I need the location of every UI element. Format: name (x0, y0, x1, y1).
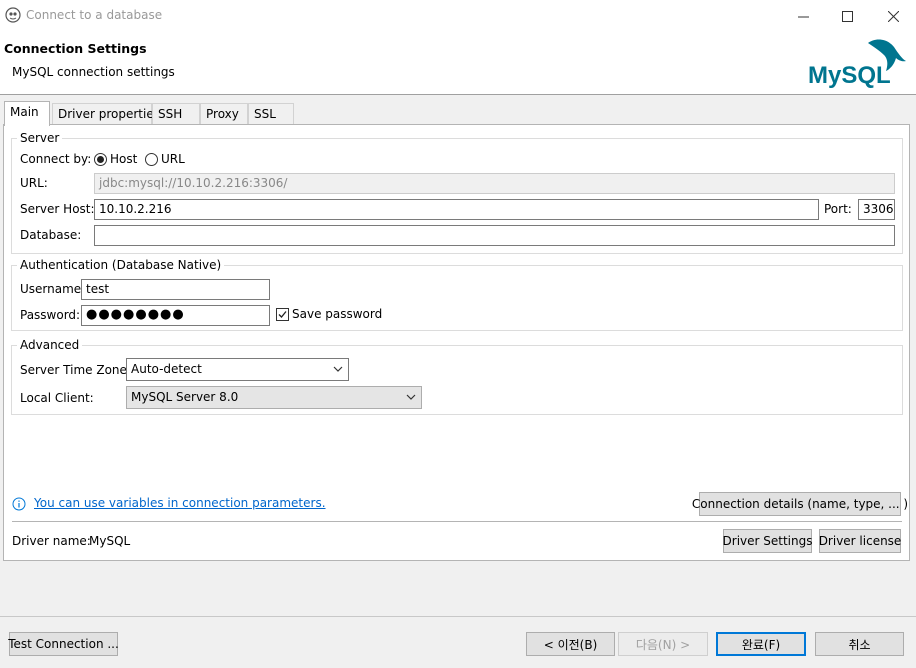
dialog-header: Connection Settings MySQL connection set… (0, 31, 916, 95)
tab-ssl[interactable]: SSL (248, 103, 294, 125)
dbeaver-app-icon (5, 7, 21, 23)
advanced-group: Advanced Server Time Zone: Auto-detect L… (11, 338, 903, 415)
port-input[interactable]: 3306 (858, 199, 895, 220)
page-subtitle: MySQL connection settings (12, 65, 175, 79)
advanced-group-title: Advanced (17, 338, 83, 352)
server-host-label: Server Host: (20, 202, 95, 216)
host-radio-label[interactable]: Host (110, 152, 137, 166)
maximize-button[interactable] (824, 4, 870, 28)
save-password-checkbox[interactable] (276, 308, 289, 321)
port-label: Port: (824, 202, 852, 216)
local-client-value: MySQL Server 8.0 (131, 390, 239, 404)
username-label: Username: (20, 282, 86, 296)
url-label: URL: (20, 176, 48, 190)
tab-main[interactable]: Main (4, 101, 50, 126)
mysql-logo: MySQL (808, 39, 906, 89)
timezone-label: Server Time Zone: (20, 363, 131, 377)
close-icon (887, 10, 899, 22)
checkmark-icon (278, 311, 287, 318)
server-group: Server Connect by: Host URL URL: jdbc:my… (11, 131, 903, 254)
tab-ssh[interactable]: SSH (152, 103, 200, 125)
test-connection-button[interactable]: Test Connection ... (8, 632, 119, 656)
authentication-group-title: Authentication (Database Native) (17, 258, 225, 272)
driver-name-value: MySQL (89, 534, 131, 548)
cancel-button[interactable]: 취소 (815, 632, 904, 656)
minimize-icon (797, 16, 809, 17)
minimize-button[interactable] (780, 4, 826, 28)
tab-driver-properties[interactable]: Driver properties (52, 103, 160, 125)
tab-proxy[interactable]: Proxy (200, 103, 248, 125)
database-input[interactable] (94, 225, 895, 246)
database-label: Database: (20, 228, 82, 242)
chevron-down-icon (406, 394, 416, 400)
footer-separator (0, 616, 916, 617)
maximize-icon (841, 10, 853, 22)
back-button[interactable]: < 이전(B) (526, 632, 615, 656)
url-radio[interactable] (145, 153, 158, 166)
separator (12, 521, 902, 522)
timezone-value: Auto-detect (131, 362, 202, 376)
info-icon (12, 497, 26, 511)
timezone-select[interactable]: Auto-detect (126, 358, 349, 381)
window-title: Connect to a database (26, 8, 163, 22)
password-label: Password: (20, 308, 81, 322)
server-group-title: Server (17, 131, 63, 145)
finish-button[interactable]: 완료(F) (716, 632, 806, 656)
chevron-down-icon (333, 366, 343, 372)
username-input[interactable]: test (81, 279, 270, 300)
driver-license-button[interactable]: Driver license (819, 529, 901, 553)
server-host-input[interactable]: 10.10.2.216 (94, 199, 819, 220)
authentication-group: Authentication (Database Native) Usernam… (11, 258, 903, 331)
main-tab-panel: Server Connect by: Host URL URL: jdbc:my… (3, 124, 910, 561)
driver-settings-button[interactable]: Driver Settings (723, 529, 812, 553)
connection-details-button[interactable]: Connection details (name, type, ... ) (692, 492, 908, 516)
page-title: Connection Settings (4, 41, 147, 56)
local-client-select[interactable]: MySQL Server 8.0 (126, 386, 422, 409)
title-bar: Connect to a database (0, 0, 916, 31)
mysql-logo-text: MySQL (808, 62, 891, 89)
local-client-label: Local Client: (20, 391, 94, 405)
driver-name-label: Driver name: (12, 534, 91, 548)
connect-by-label: Connect by: (20, 152, 92, 166)
password-input[interactable]: ●●●●●●●● (81, 305, 270, 326)
next-button[interactable]: 다음(N) > (618, 632, 708, 656)
url-field[interactable]: jdbc:mysql://10.10.2.216:3306/ (94, 173, 895, 194)
host-radio[interactable] (94, 153, 107, 166)
url-radio-label[interactable]: URL (161, 152, 185, 166)
variables-link[interactable]: You can use variables in connection para… (34, 496, 326, 510)
close-button[interactable] (870, 4, 916, 28)
save-password-label[interactable]: Save password (292, 307, 382, 321)
